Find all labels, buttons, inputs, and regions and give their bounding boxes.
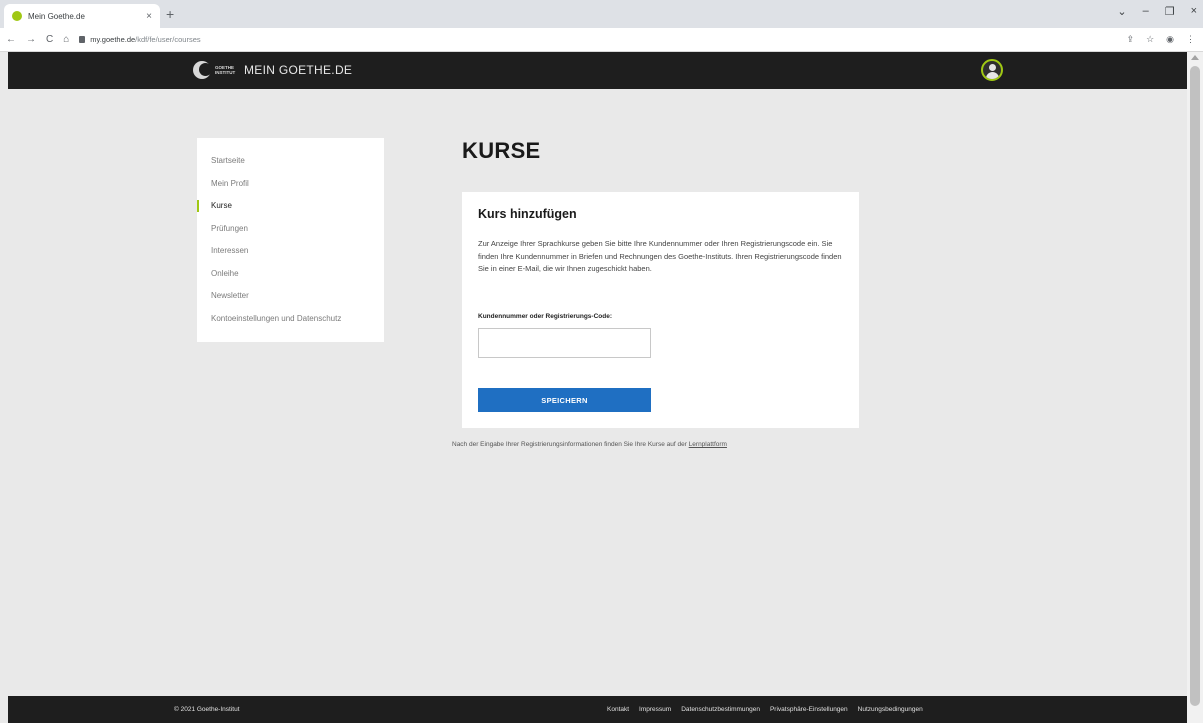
sidebar-nav: Startseite Mein Profil Kurse Prüfungen I… (197, 138, 384, 342)
home-icon[interactable]: ⌂ (63, 34, 69, 45)
scroll-thumb[interactable] (1190, 66, 1200, 706)
sidebar-item-onleihe[interactable]: Onleihe (197, 263, 384, 286)
card-title: Kurs hinzufügen (478, 207, 577, 221)
address-bar: ← → C ⌂ my.goethe.de/kdf/fe/user/courses… (0, 28, 1203, 52)
scroll-up-arrow-icon[interactable] (1191, 55, 1199, 60)
customer-number-label: Kundennummer oder Registrierungs-Code: (478, 313, 612, 320)
forward-icon[interactable]: → (26, 34, 36, 45)
browser-menu-icon[interactable]: ⋮ (1186, 34, 1195, 45)
learning-platform-note: Nach der Eingabe Ihrer Registrierungsinf… (452, 441, 727, 448)
goethe-logo-icon (193, 61, 212, 79)
browser-tab-bar: Mein Goethe.de × + ⌄ – ❐ × (0, 0, 1203, 28)
back-icon[interactable]: ← (6, 34, 16, 45)
footer-link-impressum[interactable]: Impressum (639, 706, 671, 713)
sidebar-item-pruefungen[interactable]: Prüfungen (197, 218, 384, 241)
save-button[interactable]: SPEICHERN (478, 388, 651, 412)
sidebar-item-interessen[interactable]: Interessen (197, 240, 384, 263)
tab-title: Mein Goethe.de (28, 11, 85, 21)
goethe-logo[interactable]: GOETHE INSTITUT MEIN GOETHE.DE (193, 61, 352, 79)
footer-link-privatsphaere[interactable]: Privatsphäre-Einstellungen (770, 706, 848, 713)
footer-link-kontakt[interactable]: Kontakt (607, 706, 629, 713)
sidebar-item-newsletter[interactable]: Newsletter (197, 285, 384, 308)
site-footer: © 2021 Goethe-Institut Kontakt Impressum… (8, 696, 1187, 723)
minimize-icon[interactable]: – (1143, 5, 1149, 18)
reload-icon[interactable]: C (46, 34, 53, 45)
sidebar-item-kurse[interactable]: Kurse (197, 195, 384, 218)
site-header: GOETHE INSTITUT MEIN GOETHE.DE (8, 52, 1187, 89)
browser-toolbar: ⇪ ☆ ◉ ⋮ (1127, 34, 1195, 45)
footer-link-nutzungsbedingungen[interactable]: Nutzungsbedingungen (858, 706, 923, 713)
bookmark-star-icon[interactable]: ☆ (1146, 34, 1154, 45)
tab-close-icon[interactable]: × (146, 11, 152, 22)
site-title: MEIN GOETHE.DE (244, 63, 353, 77)
share-icon[interactable]: ⇪ (1127, 34, 1135, 45)
lock-icon[interactable] (79, 36, 86, 43)
customer-number-input[interactable] (478, 328, 651, 358)
window-controls: ⌄ – ❐ × (1117, 5, 1197, 18)
url-path: /kdf/fe/user/courses (135, 35, 201, 44)
logo-text: GOETHE INSTITUT (215, 65, 236, 75)
footer-link-datenschutz[interactable]: Datenschutzbestimmungen (681, 706, 760, 713)
page-title: KURSE (462, 138, 541, 163)
new-tab-icon[interactable]: + (166, 6, 174, 22)
copyright: © 2021 Goethe-Institut (174, 706, 240, 713)
sidebar-item-kontoeinstellungen[interactable]: Kontoeinstellungen und Datenschutz (197, 308, 384, 331)
sidebar-item-mein-profil[interactable]: Mein Profil (197, 173, 384, 196)
page-scrollbar[interactable] (1187, 52, 1203, 723)
url-host: my.goethe.de (90, 35, 136, 44)
tab-search-chevron-icon[interactable]: ⌄ (1117, 5, 1126, 18)
browser-tab[interactable]: Mein Goethe.de × (4, 4, 160, 28)
user-avatar-icon[interactable] (981, 59, 1003, 81)
footer-links: Kontakt Impressum Datenschutzbestimmunge… (607, 706, 923, 713)
note-text: Nach der Eingabe Ihrer Registrierungsinf… (452, 441, 689, 448)
url-field[interactable]: my.goethe.de/kdf/fe/user/courses (90, 35, 200, 44)
card-description: Zur Anzeige Ihrer Sprachkurse geben Sie … (478, 239, 842, 273)
restore-icon[interactable]: ❐ (1165, 5, 1175, 18)
profile-icon[interactable]: ◉ (1166, 34, 1174, 45)
close-window-icon[interactable]: × (1191, 5, 1197, 18)
add-course-card: Kurs hinzufügen Zur Anzeige Ihrer Sprach… (462, 192, 859, 428)
browser-nav: ← → C ⌂ (6, 34, 69, 45)
goethe-favicon-icon (12, 11, 22, 21)
learning-platform-link[interactable]: Lernplattform (689, 441, 727, 448)
sidebar-item-startseite[interactable]: Startseite (197, 150, 384, 173)
